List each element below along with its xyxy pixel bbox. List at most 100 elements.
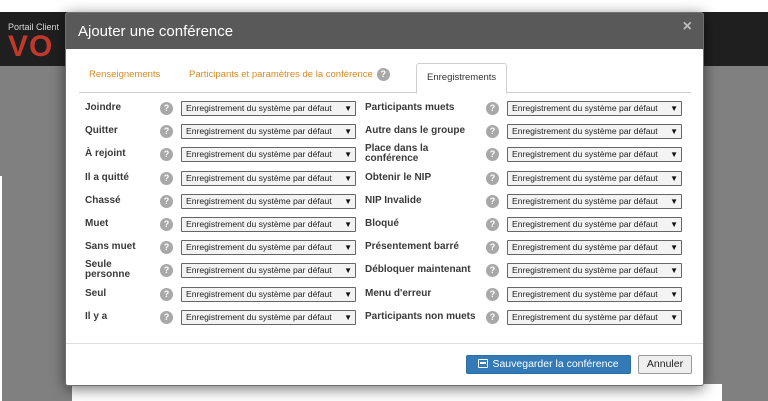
cancel-button[interactable]: Annuler	[638, 355, 692, 374]
tab-enregistrements[interactable]: Enregistrements	[416, 63, 508, 94]
help-icon[interactable]: ?	[486, 241, 499, 255]
select-value: Enregistrement du système par défaut	[186, 195, 332, 206]
left-event-label: Seul	[85, 287, 107, 299]
left-event-label: À rejoint	[85, 148, 126, 160]
right-recording-select[interactable]: Enregistrement du système par défaut ▼	[507, 286, 682, 302]
help-icon[interactable]: ?	[486, 148, 499, 162]
select-value: Enregistrement du système par défaut	[186, 172, 332, 183]
help-icon[interactable]: ?	[486, 287, 499, 301]
chevron-down-icon: ▼	[344, 289, 352, 299]
left-recording-select[interactable]: Enregistrement du système par défaut ▼	[181, 101, 356, 116]
help-icon[interactable]: ?	[486, 310, 499, 324]
right-recording-select[interactable]: Enregistrement du système par défaut ▼	[507, 170, 682, 186]
select-value: Enregistrement du système par défaut	[186, 126, 332, 137]
right-recording-select[interactable]: Enregistrement du système par défaut ▼	[507, 124, 682, 140]
help-icon[interactable]: ?	[160, 171, 173, 185]
chevron-down-icon: ▼	[344, 266, 352, 276]
help-icon[interactable]: ?	[160, 310, 173, 324]
tab-renseignements[interactable]: Renseignements	[89, 63, 160, 93]
select-value: Enregistrement du système par défaut	[512, 265, 658, 276]
left-recording-select[interactable]: Enregistrement du système par défaut ▼	[181, 263, 356, 279]
select-value: Enregistrement du système par défaut	[186, 265, 332, 276]
left-event-label: Muet	[85, 218, 109, 229]
right-event-label: Participants non muets	[365, 310, 476, 322]
right-recording-select[interactable]: Enregistrement du système par défaut ▼	[507, 193, 682, 209]
select-value: Enregistrement du système par défaut	[186, 219, 332, 229]
left-event-label: Il y a	[85, 310, 108, 322]
chevron-down-icon: ▼	[344, 312, 352, 322]
background-bottom-panel	[72, 384, 722, 401]
left-recording-select[interactable]: Enregistrement du système par défaut ▼	[181, 124, 356, 140]
help-icon[interactable]: ?	[160, 125, 173, 139]
chevron-down-icon: ▼	[344, 104, 352, 113]
help-icon[interactable]: ?	[486, 218, 499, 231]
select-value: Enregistrement du système par défaut	[186, 242, 332, 253]
select-value: Enregistrement du système par défaut	[512, 242, 658, 253]
chevron-down-icon: ▼	[670, 173, 678, 183]
left-recording-select[interactable]: Enregistrement du système par défaut ▼	[181, 147, 356, 163]
chevron-down-icon: ▼	[344, 196, 352, 206]
tab-label: Enregistrements	[427, 72, 497, 83]
left-event-label: Joindre	[85, 102, 122, 113]
help-icon[interactable]: ?	[160, 194, 173, 208]
chevron-down-icon: ▼	[344, 220, 352, 229]
tab-participants-parametres[interactable]: Participants et paramètres de la confére…	[189, 63, 390, 93]
left-recording-select[interactable]: Enregistrement du système par défaut ▼	[181, 193, 356, 209]
select-value: Enregistrement du système par défaut	[512, 195, 658, 206]
help-icon[interactable]: ?	[486, 194, 499, 208]
background-brand-logo: VO	[8, 30, 54, 63]
right-event-label: Obtenir le NIP	[365, 171, 432, 183]
chevron-down-icon: ▼	[670, 220, 678, 229]
add-conference-dialog: Ajouter une conférence × Renseignements …	[65, 12, 704, 386]
left-event-label: Chassé	[85, 194, 121, 206]
right-recording-select[interactable]: Enregistrement du système par défaut ▼	[507, 147, 682, 163]
chevron-down-icon: ▼	[344, 127, 352, 137]
help-icon[interactable]: ?	[486, 264, 499, 278]
help-icon[interactable]: ?	[486, 102, 499, 115]
select-value: Enregistrement du système par défaut	[186, 288, 332, 299]
footer-divider	[66, 343, 703, 344]
chevron-down-icon: ▼	[344, 150, 352, 160]
right-event-label: Présentement barré	[365, 241, 459, 253]
chevron-down-icon: ▼	[670, 243, 678, 253]
help-icon[interactable]: ?	[160, 218, 173, 231]
right-recording-select[interactable]: Enregistrement du système par défaut ▼	[507, 101, 682, 116]
save-icon	[478, 359, 489, 368]
dialog-tabs: Renseignements Participants et paramètre…	[79, 63, 691, 94]
help-icon[interactable]: ?	[486, 125, 499, 139]
recordings-form: Joindre? Enregistrement du système par dé…	[66, 97, 703, 337]
chevron-down-icon: ▼	[670, 127, 678, 137]
help-icon[interactable]: ?	[486, 171, 499, 185]
left-recording-select[interactable]: Enregistrement du système par défaut ▼	[181, 309, 356, 325]
chevron-down-icon: ▼	[670, 312, 678, 322]
select-value: Enregistrement du système par défaut	[512, 311, 658, 322]
select-value: Enregistrement du système par défaut	[512, 103, 658, 113]
chevron-down-icon: ▼	[670, 289, 678, 299]
right-recording-select[interactable]: Enregistrement du système par défaut ▼	[507, 217, 682, 232]
chevron-down-icon: ▼	[344, 173, 352, 183]
right-recording-select[interactable]: Enregistrement du système par défaut ▼	[507, 240, 682, 256]
right-event-label: Débloquer maintenant	[365, 264, 471, 276]
left-recording-select[interactable]: Enregistrement du système par défaut ▼	[181, 217, 356, 232]
help-icon[interactable]: ?	[376, 67, 390, 81]
select-value: Enregistrement du système par défaut	[512, 149, 658, 160]
select-value: Enregistrement du système par défaut	[186, 149, 332, 160]
left-recording-select[interactable]: Enregistrement du système par défaut ▼	[181, 286, 356, 302]
right-recording-select[interactable]: Enregistrement du système par défaut ▼	[507, 263, 682, 279]
select-value: Enregistrement du système par défaut	[512, 172, 658, 183]
help-icon[interactable]: ?	[160, 287, 173, 301]
help-icon[interactable]: ?	[160, 148, 173, 162]
help-icon[interactable]: ?	[160, 241, 173, 255]
help-icon[interactable]: ?	[160, 264, 173, 278]
select-value: Enregistrement du système par défaut	[512, 288, 658, 299]
close-icon[interactable]: ×	[683, 18, 692, 36]
right-event-label: Place dans la conférence	[365, 143, 429, 165]
right-recording-select[interactable]: Enregistrement du système par défaut ▼	[507, 309, 682, 325]
left-event-label: Il a quitté	[85, 171, 129, 183]
left-recording-select[interactable]: Enregistrement du système par défaut ▼	[181, 170, 356, 186]
save-conference-button[interactable]: Sauvegarder la conférence	[466, 355, 631, 374]
help-icon[interactable]: ?	[160, 102, 173, 115]
left-event-label: Quitter	[85, 125, 118, 137]
left-recording-select[interactable]: Enregistrement du système par défaut ▼	[181, 240, 356, 256]
tab-label: Renseignements	[89, 69, 161, 80]
